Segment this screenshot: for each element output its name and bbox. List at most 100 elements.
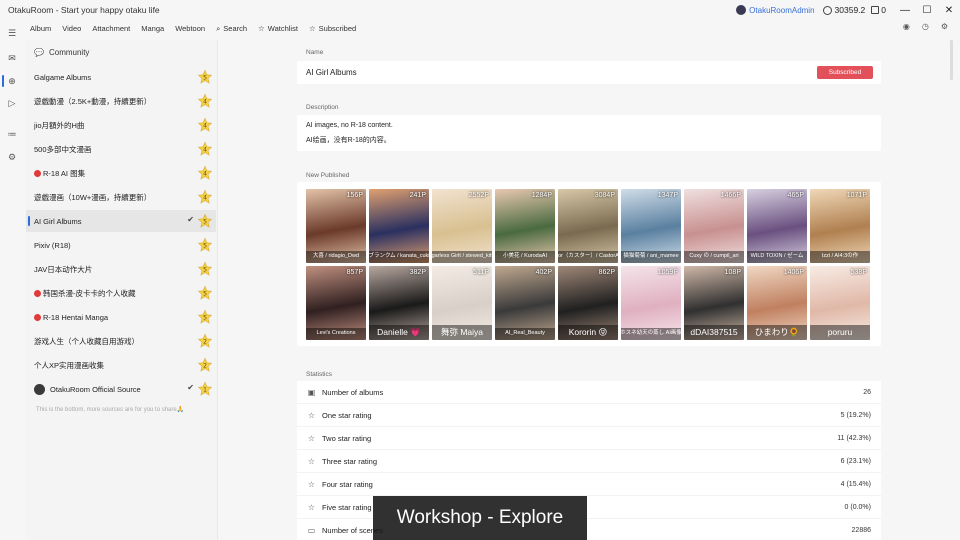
user-menu[interactable]: OtakuRoomAdmin [736, 5, 815, 15]
globe-icon[interactable]: ⊕ [6, 75, 18, 87]
user-name: OtakuRoomAdmin [749, 5, 815, 15]
nav-album[interactable]: Album [30, 24, 51, 33]
minimize-button[interactable]: — [894, 0, 916, 20]
album-icon: ▣ [307, 387, 316, 397]
new-published-label: New Published [306, 172, 350, 179]
maximize-button[interactable]: ☐ [916, 0, 938, 20]
album-count: 1059P [657, 269, 678, 276]
menu-icon[interactable]: ☰ [6, 27, 18, 39]
sidebar-item[interactable]: 遊戲動漫（2.5K+動漫，持續更新） 4 [26, 90, 216, 112]
stat-value: 0 (0.0%) [844, 503, 871, 511]
description-line-2: AI绘画，没有R-18的内容。 [306, 137, 391, 144]
name-label: Name [306, 49, 324, 56]
sidebar-item-label: AI Girl Albums [34, 216, 82, 226]
album-thumbnail[interactable]: 862P Kororin 😝 [558, 266, 618, 340]
star-1-icon: ☆ [307, 410, 316, 420]
album-thumbnail[interactable]: 1059P ホスネ幼天の蒸し AI画像 [621, 266, 681, 340]
sidebar-item[interactable]: 遊戲漫画（10W+漫画，持續更新） 4 [26, 186, 216, 208]
star-badge-icon: 4 [198, 190, 212, 204]
album-thumbnail[interactable]: 857P Levi's Creations [306, 266, 366, 340]
sidebar-item-label: 游戏人生（个人收藏自用游戏） [34, 336, 139, 346]
sidebar-item[interactable]: 个人XP实用漫画收集 2 [26, 354, 216, 376]
star-badge-value: 4 [203, 122, 207, 129]
album-thumbnail[interactable]: 1347P 猫猫菊菊 / ani_mamee [621, 189, 681, 263]
album-count: 1466P [720, 192, 741, 199]
nav-webtoon[interactable]: Webtoon [175, 24, 205, 33]
star-badge-value: 5 [203, 74, 207, 81]
statistics-label: Statistics [306, 371, 333, 378]
album-caption: 舞弥 Maiya [432, 325, 492, 340]
album-thumbnail[interactable]: 3084P Castor（カスター）/ CastorAiLab [558, 189, 618, 263]
album-caption: poruru [810, 325, 870, 340]
name-value: AI Girl Albums [306, 68, 357, 77]
star-badge-value: 4 [203, 98, 207, 105]
nav-watchlist[interactable]: ☆ Watchlist [258, 24, 298, 33]
album-thumbnail[interactable]: 1284P 小美花 / KurodaAI [495, 189, 555, 263]
play-icon[interactable]: ▷ [6, 97, 18, 109]
r18-mark-icon [34, 169, 41, 177]
points-display[interactable]: 30359.2 [822, 5, 865, 15]
thumbnail-grid: 156P 大喜 / ridagio_Dwd 241P ブランクム / kanata_c… [306, 189, 870, 340]
broadcast-icon[interactable]: ◉ [903, 22, 910, 31]
sidebar-item-label: 500多部中文漫画 [34, 144, 92, 154]
sidebar-item[interactable]: Pixiv (R18) 5 [26, 234, 216, 256]
star-4-icon: ☆ [307, 479, 316, 489]
top-right-tools: ◉ ◷ ⚙ [903, 22, 948, 31]
sidebar-item[interactable]: OtakuRoom Official Source ✔ 1 [26, 378, 216, 400]
nav-video[interactable]: Video [62, 24, 81, 33]
sidebar-item[interactable]: Galgame Albums 5 [26, 66, 216, 88]
nav-label: Album [30, 24, 52, 33]
nav-search[interactable]: ⌕ Search [216, 24, 247, 34]
album-caption: dDAI387515 [684, 325, 744, 340]
sidebar-item[interactable]: R-18 Hentai Manga 5 [26, 306, 216, 328]
album-caption: WILD TOXIN / ゼーム [747, 251, 807, 263]
sidebar-item[interactable]: 游戏人生（个人收藏自用游戏） 2 [26, 330, 216, 352]
album-caption: Sugarless Girlt / stewed_kitten [432, 251, 492, 263]
nav-manga[interactable]: Manga [141, 24, 164, 33]
album-thumbnail[interactable]: 1071P Izzi / AI4:3の作 [810, 189, 870, 263]
album-thumbnail[interactable]: 465P WILD TOXIN / ゼーム [747, 189, 807, 263]
star-badge-icon: 5 [198, 214, 212, 228]
sidebar-item[interactable]: JAV日本动作大片 5 [26, 258, 216, 280]
inbox-icon[interactable]: ✉ [6, 52, 18, 64]
settings-icon[interactable]: ⚙ [941, 22, 948, 31]
album-thumbnail[interactable]: 1466P Cuxy の / cumpil_ari [684, 189, 744, 263]
sidebar-item[interactable]: jio月額外的H曲 4 [26, 114, 216, 136]
list-icon[interactable]: ≔ [6, 128, 18, 140]
album-count: 1284P [531, 192, 552, 199]
scrollbar[interactable] [950, 40, 953, 80]
search-icon: ⌕ [216, 23, 221, 33]
album-thumbnail[interactable]: 511P 舞弥 Maiya [432, 266, 492, 340]
star-badge-icon: 4 [198, 94, 212, 108]
sidebar-item[interactable]: 韩国杀漫-皮卡卡的个人收藏 5 [26, 282, 216, 304]
sidebar-item[interactable]: AI Girl Albums ✔ 5 [26, 210, 216, 232]
community-sidebar: 💬 Community Galgame Albums 5 遊戲動漫（2.5K+動漫，… [26, 40, 218, 540]
stat-label: Two star rating [322, 433, 372, 443]
album-thumbnail[interactable]: 382P Danielle 💗 [369, 266, 429, 340]
sidebar-item[interactable]: R-18 AI 图集 4 [26, 162, 216, 184]
album-count: 241P [409, 192, 426, 199]
settings-icon[interactable]: ⚙ [6, 151, 18, 163]
subscribed-button[interactable]: Subscribed [817, 66, 873, 79]
star-badge-value: 4 [203, 170, 207, 177]
album-thumbnail[interactable]: 402P AI_Real_Beauty [495, 266, 555, 340]
album-caption: ブランクム / kanata_cuki [369, 251, 429, 263]
messages-button[interactable]: 0 [871, 5, 886, 15]
album-thumbnail[interactable]: 156P 大喜 / ridagio_Dwd [306, 189, 366, 263]
sidebar-item[interactable]: 500多部中文漫画 4 [26, 138, 216, 160]
close-button[interactable]: ✕ [938, 0, 960, 20]
album-thumbnail[interactable]: 2552P Sugarless Girlt / stewed_kitten [432, 189, 492, 263]
sidebar-item-label: Pixiv (R18) [34, 240, 71, 250]
message-icon [871, 6, 880, 14]
album-thumbnail[interactable]: 241P ブランクム / kanata_cuki [369, 189, 429, 263]
stat-value: 11 (42.3%) [837, 434, 871, 442]
r18-mark-icon [34, 289, 41, 297]
album-thumbnail[interactable]: 538P poruru [810, 266, 870, 340]
nav-attachment[interactable]: Attachment [92, 24, 130, 33]
album-count: 465P [787, 192, 804, 199]
album-thumbnail[interactable]: 108P dDAI387515 [684, 266, 744, 340]
album-thumbnail[interactable]: 1406P ひまわり🌻 [747, 266, 807, 340]
nav-subscribed[interactable]: ☆ Subscribed [309, 24, 356, 33]
history-icon[interactable]: ◷ [922, 22, 929, 31]
sidebar-item-label: jio月額外的H曲 [34, 120, 85, 130]
